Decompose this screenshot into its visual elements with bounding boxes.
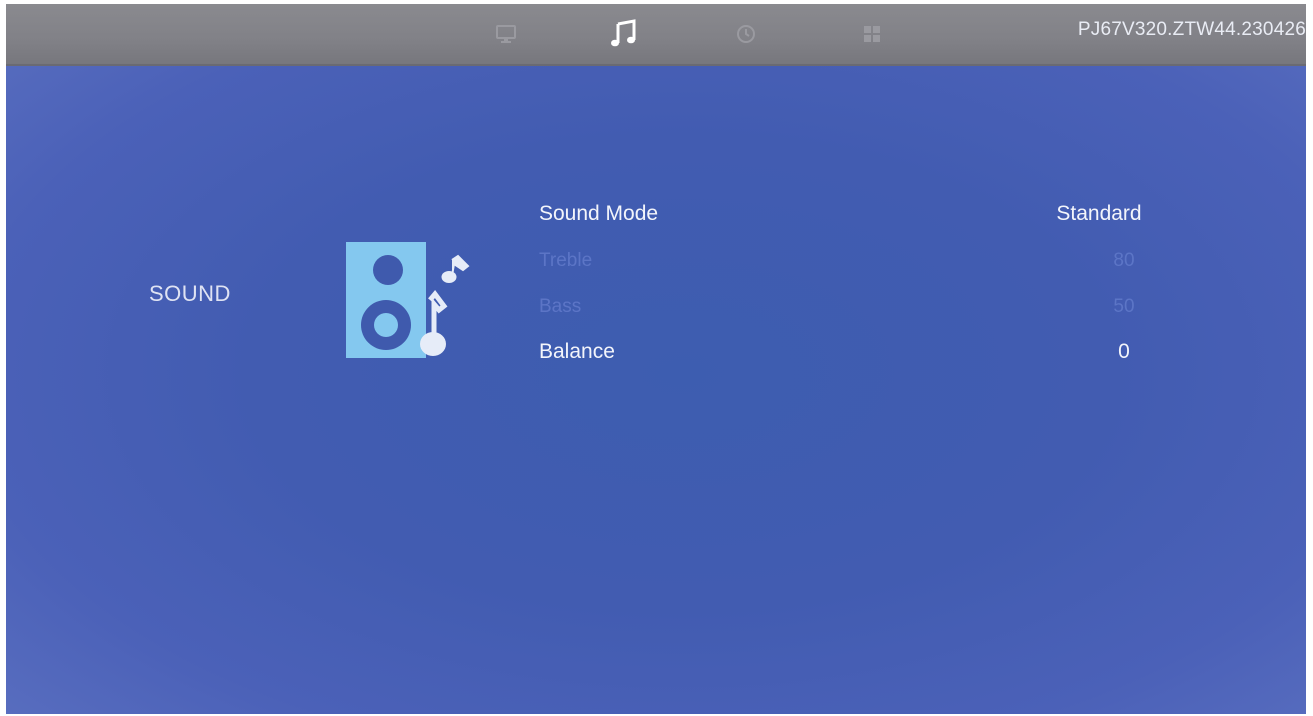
tab-time[interactable] [730, 18, 762, 50]
clock-icon [737, 25, 755, 43]
menu-item-bass: Bass 50 [539, 296, 1179, 332]
menu-item-balance[interactable]: Balance 0 [539, 340, 1179, 376]
menu-item-label: Balance [539, 340, 615, 363]
tab-sound[interactable] [608, 18, 640, 50]
menu-item-label: Sound Mode [539, 202, 659, 225]
tab-picture[interactable] [490, 18, 522, 50]
tab-setup[interactable] [856, 18, 888, 50]
menu-item-value: 50 [1113, 296, 1135, 317]
menu-item-value: Standard [1056, 202, 1142, 225]
grid-icon [864, 26, 880, 42]
speaker-music-icon [344, 242, 484, 372]
menu-item-treble: Treble 80 [539, 250, 1179, 286]
category-label: SOUND [149, 281, 231, 306]
music-note-icon [611, 19, 636, 47]
menu-item-sound-mode[interactable]: Sound Mode Standard [539, 202, 1179, 238]
firmware-version: PJ67V320.ZTW44.230426 [1077, 19, 1306, 40]
top-menu-bar: PJ67V320.ZTW44.230426 [6, 4, 1306, 66]
menu-item-label: Bass [539, 296, 582, 317]
menu-item-label: Treble [539, 250, 593, 271]
monitor-icon [496, 25, 516, 43]
menu-item-value: 80 [1113, 250, 1135, 271]
menu-item-value: 0 [1118, 340, 1130, 363]
tv-settings-screen: PJ67V320.ZTW44.230426 SOUND Sound Mode S… [6, 4, 1306, 714]
